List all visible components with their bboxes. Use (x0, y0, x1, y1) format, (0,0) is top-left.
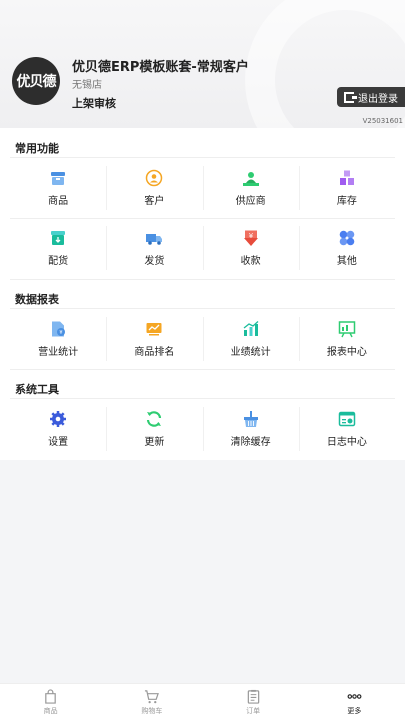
menu-report-center[interactable]: 报表中心 (298, 309, 395, 369)
menu-label: 供应商 (235, 196, 266, 207)
tab-label: 商品 (43, 706, 58, 715)
menu-inventory[interactable]: 库存 (298, 158, 395, 218)
menu-label: 发货 (144, 256, 165, 267)
other-icon (339, 230, 355, 246)
grid-row: 商品 客户 供应商 库存 (10, 158, 395, 218)
menu-label: 配货 (48, 256, 69, 267)
menu-product-ranking[interactable]: 商品排名 (106, 309, 202, 369)
logout-label: 退出登录 (358, 93, 398, 105)
menu-label: 业绩统计 (230, 347, 271, 358)
menu-distribution[interactable]: 配货 (10, 218, 106, 278)
section-divider (10, 279, 395, 280)
account-status: 上架审核 (72, 97, 116, 110)
store-name: 无锡店 (72, 80, 102, 91)
order-icon (247, 689, 259, 704)
grid-row: 设置 更新 清除缓存 日志中心 (10, 399, 395, 459)
menu-other[interactable]: 其他 (298, 218, 395, 278)
distribution-icon (51, 231, 66, 245)
avatar: 优贝德 (12, 57, 60, 105)
product-icon (51, 172, 66, 185)
menu-payment[interactable]: ¥ 收款 (202, 218, 299, 278)
menu-label: 商品 (48, 196, 69, 207)
menu-supplier[interactable]: 供应商 (202, 158, 299, 218)
menu-label: 其他 (336, 256, 357, 267)
profile-header: 优贝德 优贝德ERP模板账套-常规客户 无锡店 上架审核 退出登录 V25031… (0, 0, 405, 128)
menu-label: 商品排名 (134, 347, 175, 358)
business-stats-icon: ¥ (52, 321, 66, 337)
account-title: 优贝德ERP模板账套-常规客户 (72, 60, 249, 75)
inventory-icon (339, 170, 354, 185)
menu-update[interactable]: 更新 (106, 399, 202, 459)
section-divider (10, 369, 395, 370)
svg-text:¥: ¥ (248, 232, 253, 240)
menu-label: 日志中心 (326, 437, 367, 448)
menu-log-center[interactable]: 日志中心 (298, 399, 395, 459)
svg-text:¥: ¥ (60, 330, 63, 336)
customer-icon (146, 169, 163, 187)
menu-business-stats[interactable]: ¥ 营业统计 (10, 309, 106, 369)
logout-icon (344, 91, 357, 103)
menu-settings[interactable]: 设置 (10, 399, 106, 459)
bag-icon (45, 688, 56, 704)
grid-row: ¥ 营业统计 商品排名 业绩统计 报表中心 (10, 309, 395, 369)
menu-product[interactable]: 商品 (10, 158, 106, 218)
tab-label: 购物车 (141, 706, 163, 715)
shipping-icon (146, 234, 163, 245)
tab-products[interactable]: 商品 (0, 684, 101, 720)
menu-performance-stats[interactable]: 业绩统计 (202, 309, 299, 369)
menu-label: 收款 (240, 256, 261, 267)
menu-label: 客户 (144, 196, 165, 207)
tab-more[interactable]: 更多 (304, 684, 405, 720)
menu-clear-cache[interactable]: 清除缓存 (202, 399, 299, 459)
supplier-icon (242, 172, 259, 186)
logout-button[interactable]: 退出登录 (337, 87, 405, 107)
product-ranking-icon (146, 323, 162, 336)
tab-label: 订单 (246, 706, 261, 715)
menu-shipping[interactable]: 发货 (106, 218, 202, 278)
section-title-reports: 数据报表 (15, 293, 59, 306)
performance-stats-icon (243, 321, 259, 336)
update-icon (147, 411, 162, 427)
clear-cache-icon (243, 411, 258, 427)
header-decoration (245, 0, 405, 128)
report-center-icon (338, 321, 356, 338)
menu-label: 设置 (48, 437, 69, 448)
menu-label: 更新 (144, 437, 165, 448)
menu-label: 清除缓存 (230, 437, 271, 448)
version-label: V25031601 (362, 117, 403, 125)
log-center-icon (338, 411, 356, 427)
tab-cart[interactable]: 购物车 (101, 684, 202, 720)
cart-icon (145, 689, 160, 703)
grid-row: 配货 发货 ¥ 收款 其他 (10, 218, 395, 278)
settings-icon (50, 411, 67, 427)
menu-label: 库存 (336, 196, 357, 207)
tab-orders[interactable]: 订单 (203, 684, 304, 720)
menu-label: 报表中心 (326, 347, 367, 358)
section-title-tools: 系统工具 (15, 383, 59, 396)
menu-label: 营业统计 (38, 347, 79, 358)
bottom-tabbar: 商品 购物车 订单 更多 (0, 683, 405, 720)
function-panel: 常用功能 商品 客户 供应商 库存 配货 发货 ¥ 收款 其他 数据报表 ¥ 营… (0, 128, 405, 460)
more-icon (347, 693, 362, 699)
tab-label: 更多 (347, 706, 362, 715)
menu-customer[interactable]: 客户 (106, 158, 202, 218)
section-title-common: 常用功能 (15, 142, 59, 155)
payment-icon: ¥ (243, 230, 258, 246)
